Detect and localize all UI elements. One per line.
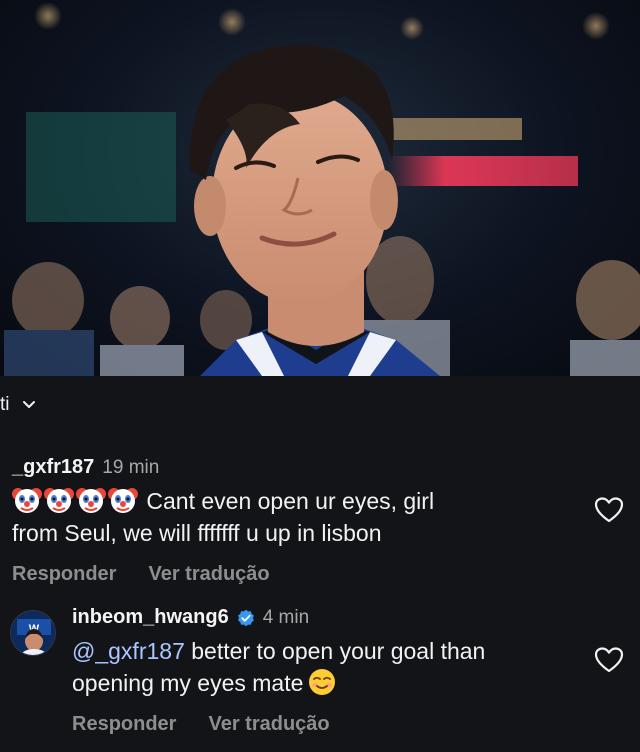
- clown-face-icon: [12, 488, 42, 513]
- filter-label: ti: [0, 394, 10, 415]
- comment-item: W inbeom_hwang6 4 min @_gxfr187 better t…: [0, 606, 640, 736]
- mention-link[interactable]: @_gxfr187: [72, 638, 185, 664]
- comment-text-line1: Cant even open ur eyes, girl: [146, 488, 435, 514]
- reply-button[interactable]: Responder: [12, 563, 116, 586]
- comment-time: 19 min: [102, 457, 160, 478]
- heart-icon[interactable]: [594, 496, 624, 524]
- comment-text: @_gxfr187 better to open your goal than …: [72, 635, 640, 699]
- photo-illustration: [4, 2, 640, 376]
- smiling-face-icon: [309, 669, 336, 695]
- post-photo: [0, 0, 640, 376]
- comment-username[interactable]: inbeom_hwang6: [72, 606, 229, 629]
- see-translation-button[interactable]: Ver tradução: [208, 713, 329, 736]
- filter-dropdown[interactable]: ti: [0, 390, 36, 420]
- comment-time: 4 min: [262, 607, 310, 628]
- clown-face-icon: [76, 488, 106, 513]
- comment-text: Cant even open ur eyes, girl from Seul, …: [12, 485, 582, 549]
- chevron-down-icon[interactable]: [22, 398, 36, 412]
- reply-button[interactable]: Responder: [72, 713, 176, 736]
- heart-icon[interactable]: [594, 646, 624, 674]
- clown-face-icon: [108, 488, 138, 513]
- comment-text-line2: from Seul, we will fffffff u up in lisbo…: [12, 520, 382, 546]
- comment-text-line2: opening my eyes mate: [72, 670, 304, 696]
- comment-username[interactable]: _gxfr187: [12, 456, 94, 479]
- comment-item: _gxfr187 19 min Cant even open ur eyes, …: [0, 456, 640, 586]
- comment-text-line1: better to open your goal than: [184, 638, 486, 664]
- clown-face-icon: [44, 488, 74, 513]
- avatar[interactable]: W: [10, 610, 56, 656]
- avatar-image: W: [11, 611, 55, 655]
- see-translation-button[interactable]: Ver tradução: [148, 563, 269, 586]
- verified-badge-icon: [237, 609, 254, 626]
